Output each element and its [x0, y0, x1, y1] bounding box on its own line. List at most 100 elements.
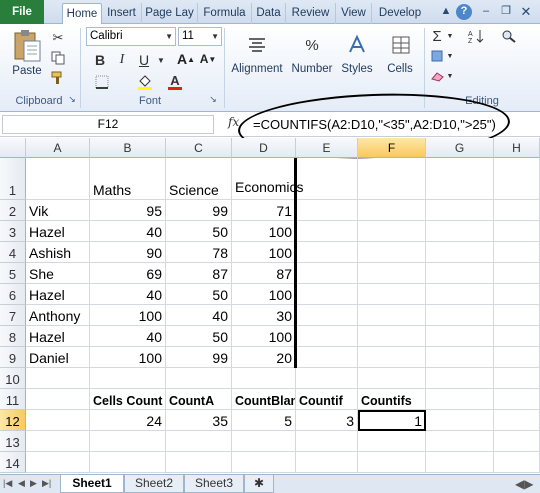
cell-a7[interactable]: Anthony: [26, 305, 90, 326]
cell-a5[interactable]: She: [26, 263, 90, 284]
cell-h1[interactable]: [494, 158, 540, 200]
cell-b3[interactable]: 40: [90, 221, 166, 242]
cell-f3[interactable]: [358, 221, 426, 242]
cell-c9[interactable]: 99: [166, 347, 232, 368]
cell-c13[interactable]: [166, 431, 232, 452]
cell-h6[interactable]: [494, 284, 540, 305]
insert-function-icon[interactable]: fx: [228, 115, 239, 129]
column-header-b[interactable]: B: [90, 138, 166, 158]
cell-f6[interactable]: [358, 284, 426, 305]
sheet-tab-sheet3[interactable]: Sheet3: [184, 475, 244, 493]
cell-a13[interactable]: [26, 431, 90, 452]
cell-h9[interactable]: [494, 347, 540, 368]
cell-d1[interactable]: Economics: [232, 158, 303, 200]
cell-b13[interactable]: [90, 431, 166, 452]
cell-d10[interactable]: [232, 368, 296, 389]
column-header-h[interactable]: H: [494, 138, 540, 158]
cell-b5[interactable]: 69: [90, 263, 166, 284]
row-header-7[interactable]: 7: [0, 305, 26, 326]
row-header-5[interactable]: 5: [0, 263, 26, 284]
column-header-e[interactable]: E: [296, 138, 358, 158]
cell-a10[interactable]: [26, 368, 90, 389]
cell-b9[interactable]: 100: [90, 347, 166, 368]
cell-h2[interactable]: [494, 200, 540, 221]
cell-g13[interactable]: [426, 431, 494, 452]
tab-formulas[interactable]: Formula: [198, 3, 252, 24]
cell-e6[interactable]: [296, 284, 358, 305]
column-header-a[interactable]: A: [26, 138, 90, 158]
cell-a14[interactable]: [26, 452, 90, 473]
column-header-g[interactable]: G: [426, 138, 494, 158]
cell-c12[interactable]: 35: [166, 410, 232, 431]
cell-g2[interactable]: [426, 200, 494, 221]
cell-e1[interactable]: [296, 158, 358, 200]
cell-f7[interactable]: [358, 305, 426, 326]
cell-d7[interactable]: 30: [232, 305, 296, 326]
cell-h8[interactable]: [494, 326, 540, 347]
cell-a9[interactable]: Daniel: [26, 347, 90, 368]
cell-e4[interactable]: [296, 242, 358, 263]
first-sheet-icon[interactable]: |◀: [3, 478, 12, 489]
cell-e14[interactable]: [296, 452, 358, 473]
row-header-1[interactable]: 1: [0, 158, 26, 200]
cell-a8[interactable]: Hazel: [26, 326, 90, 347]
column-header-f[interactable]: F: [358, 138, 426, 158]
row-header-12[interactable]: 12: [0, 410, 26, 431]
row-header-6[interactable]: 6: [0, 284, 26, 305]
row-header-14[interactable]: 14: [0, 452, 26, 473]
row-header-13[interactable]: 13: [0, 431, 26, 452]
cell-c4[interactable]: 78: [166, 242, 232, 263]
cell-d14[interactable]: [232, 452, 296, 473]
cell-c10[interactable]: [166, 368, 232, 389]
prev-sheet-icon[interactable]: ◀: [18, 478, 25, 489]
cell-f5[interactable]: [358, 263, 426, 284]
italic-button[interactable]: I: [114, 51, 130, 69]
tab-review[interactable]: Review: [286, 3, 336, 24]
cell-h14[interactable]: [494, 452, 540, 473]
tab-home[interactable]: Home: [62, 3, 102, 25]
tab-file[interactable]: File: [0, 0, 44, 24]
cell-d4[interactable]: 100: [232, 242, 296, 263]
cell-e8[interactable]: [296, 326, 358, 347]
cell-c7[interactable]: 40: [166, 305, 232, 326]
cell-a2[interactable]: Vik: [26, 200, 90, 221]
cell-d2[interactable]: 71: [232, 200, 296, 221]
cell-g10[interactable]: [426, 368, 494, 389]
cell-f13[interactable]: [358, 431, 426, 452]
cell-e13[interactable]: [296, 431, 358, 452]
cell-b14[interactable]: [90, 452, 166, 473]
cell-c14[interactable]: [166, 452, 232, 473]
font-color-icon[interactable]: A: [166, 73, 184, 91]
row-header-10[interactable]: 10: [0, 368, 26, 389]
cell-h7[interactable]: [494, 305, 540, 326]
column-header-d[interactable]: D: [232, 138, 296, 158]
row-header-11[interactable]: 11: [0, 389, 26, 410]
insert-sheet-icon[interactable]: ✱: [244, 475, 274, 493]
minimize-icon[interactable]: –: [478, 4, 494, 20]
cell-g7[interactable]: [426, 305, 494, 326]
cell-d9[interactable]: 20: [232, 347, 296, 368]
clear-icon[interactable]: [430, 68, 444, 84]
cell-b4[interactable]: 90: [90, 242, 166, 263]
chevron-down-icon[interactable]: ▼: [446, 48, 454, 64]
shrink-font-icon[interactable]: A ▼: [200, 51, 217, 67]
autosum-icon[interactable]: Σ: [430, 28, 444, 45]
cell-d6[interactable]: 100: [232, 284, 296, 305]
chevron-down-icon[interactable]: ▼: [446, 68, 454, 84]
cell-g6[interactable]: [426, 284, 494, 305]
styles-icon[interactable]: [344, 32, 370, 58]
styles-button[interactable]: Styles: [338, 63, 376, 75]
cell-c3[interactable]: 50: [166, 221, 232, 242]
cell-f9[interactable]: [358, 347, 426, 368]
cell-h4[interactable]: [494, 242, 540, 263]
cell-e9[interactable]: [296, 347, 358, 368]
cells-icon[interactable]: [388, 32, 414, 58]
next-sheet-icon[interactable]: ▶: [30, 478, 37, 489]
cell-d3[interactable]: 100: [232, 221, 296, 242]
close-icon[interactable]: ✕: [518, 4, 534, 20]
restore-icon[interactable]: ❐: [498, 4, 514, 20]
cell-g3[interactable]: [426, 221, 494, 242]
cell-g1[interactable]: [426, 158, 494, 200]
cell-g12[interactable]: [426, 410, 494, 431]
cell-f10[interactable]: [358, 368, 426, 389]
